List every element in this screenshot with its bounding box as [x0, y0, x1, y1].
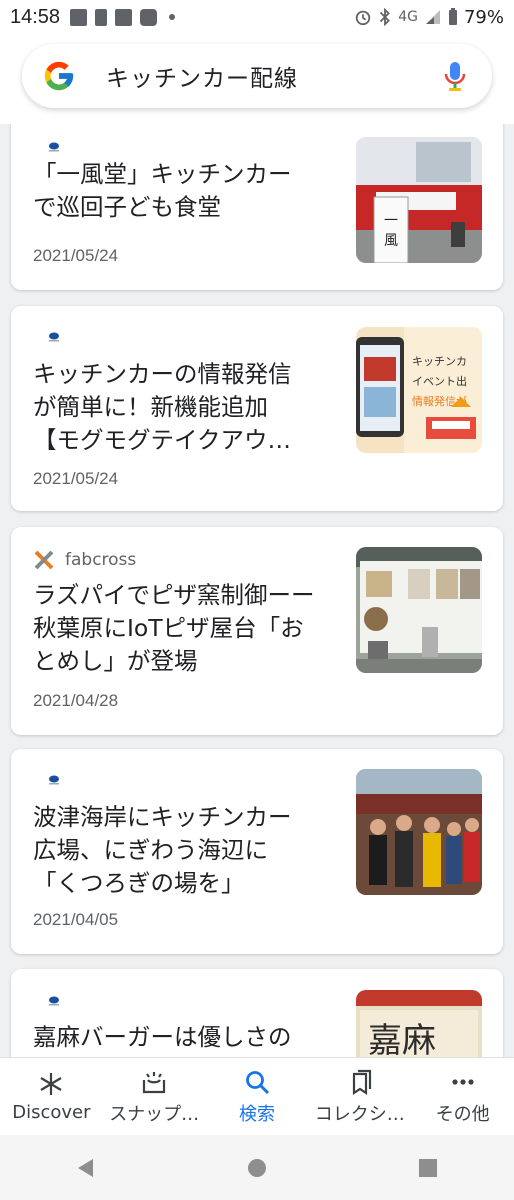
- news-date: 2021/05/24: [33, 469, 119, 488]
- news-thumbnail: [356, 769, 482, 895]
- bottom-navigation: Discover スナップ… 検索 コレクシ… その他: [0, 1057, 514, 1135]
- news-card[interactable]: 嘉麻バーガーは優しさの 嘉麻: [11, 969, 503, 1057]
- news-title: 嘉麻バーガーは優しさの: [33, 1023, 292, 1051]
- publisher: fabcross: [33, 549, 136, 571]
- news-thumbnail: 嘉麻: [356, 990, 482, 1057]
- status-right: 4G 79%: [354, 7, 504, 28]
- news-card[interactable]: 波津海岸にキッチンカー 広場、にぎわう海辺に 「くつろぎの場を」 2021/04…: [11, 749, 503, 954]
- news-card[interactable]: キッチンカーの情報発信 が簡単に！新機能追加 【モグモグテイクアウ… 2021/…: [11, 306, 503, 511]
- sim-icon: [95, 8, 108, 26]
- recents-button[interactable]: [408, 1148, 448, 1188]
- back-button[interactable]: [66, 1148, 106, 1188]
- bluetooth-icon: [380, 8, 391, 26]
- publisher-logo-icon: [49, 996, 59, 1006]
- home-button[interactable]: [237, 1148, 277, 1188]
- back-triangle-icon: [77, 1158, 93, 1177]
- battery-percent: 79%: [463, 6, 504, 28]
- home-circle-icon: [247, 1158, 266, 1177]
- svg-text:嘉麻: 嘉麻: [368, 1021, 436, 1057]
- news-card[interactable]: fabcross ラズパイでピザ窯制御ーー 秋葉原にIoTピザ屋台「お とめし」…: [11, 527, 503, 735]
- nav-collections-label: コレクシ…: [314, 1103, 405, 1125]
- battery-icon: [448, 8, 457, 25]
- news-card[interactable]: 「一風堂」キッチンカー で巡回子ども食堂 2021/05/24 一 風: [11, 124, 503, 290]
- microphone-icon[interactable]: [444, 60, 466, 92]
- screen: 14:58 4G 79% キッチンカー配線 「一風堂」キッチンカー で巡回子ども…: [0, 0, 514, 1200]
- news-title: キッチンカーの情報発信 が簡単に！新機能追加 【モグモグテイクアウ…: [33, 360, 292, 454]
- news-title: 波津海岸にキッチンカー 広場、にぎわう海辺に 「くつろぎの場を」: [33, 803, 292, 897]
- svg-text:一: 一: [384, 213, 398, 229]
- publisher-logo-icon: [49, 775, 59, 785]
- notification-dot-icon: [169, 14, 176, 20]
- nav-collections[interactable]: コレクシ…: [308, 1058, 411, 1135]
- search-bar[interactable]: キッチンカー配線: [22, 44, 492, 108]
- nav-discover-label: Discover: [12, 1102, 91, 1123]
- system-navigation: [0, 1135, 514, 1200]
- svg-text:風: 風: [384, 233, 398, 249]
- nav-snapshot[interactable]: スナップ…: [103, 1058, 206, 1135]
- search-query: キッチンカー配線: [106, 66, 298, 92]
- search-header: キッチンカー配線: [0, 34, 514, 124]
- news-feed[interactable]: 「一風堂」キッチンカー で巡回子ども食堂 2021/05/24 一 風 キッチン…: [0, 124, 514, 1057]
- nav-more[interactable]: その他: [411, 1058, 514, 1135]
- network-type: 4G: [398, 9, 418, 25]
- nav-discover[interactable]: Discover: [0, 1058, 103, 1135]
- fabcross-logo-icon: [34, 550, 54, 570]
- news-date: 2021/05/24: [33, 246, 119, 265]
- news-title: ラズパイでピザ窯制御ーー 秋葉原にIoTピザ屋台「お とめし」が登場: [33, 581, 315, 675]
- pay-icon: [70, 8, 88, 26]
- asterisk-icon: [40, 1073, 62, 1095]
- nav-snapshot-label: スナップ…: [109, 1103, 200, 1125]
- news-thumbnail: 一 風: [356, 137, 482, 263]
- status-time: 14:58: [10, 5, 61, 28]
- news-thumbnail: [356, 547, 482, 673]
- svg-text:キッチンカ: キッチンカ: [412, 355, 467, 368]
- google-logo-icon: [44, 61, 74, 91]
- alarm-icon: [356, 10, 371, 26]
- nav-search-label: 検索: [238, 1103, 275, 1125]
- news-title: 「一風堂」キッチンカー で巡回子ども食堂: [33, 160, 292, 221]
- recents-square-icon: [419, 1158, 438, 1177]
- publisher-logo-icon: [49, 142, 59, 152]
- news-date: 2021/04/05: [33, 910, 119, 929]
- news-thumbnail: キッチンカ イベント出 情報発信が: [356, 327, 482, 453]
- youtube-icon: [140, 8, 158, 26]
- search-icon: [246, 1070, 270, 1094]
- nav-search[interactable]: 検索: [206, 1058, 309, 1135]
- more-dots-icon: [451, 1078, 474, 1085]
- publisher-name: fabcross: [65, 550, 137, 570]
- snapshot-icon: [143, 1071, 166, 1093]
- status-bar: 14:58 4G 79%: [0, 0, 514, 34]
- publisher-logo-icon: [49, 332, 59, 342]
- news-date: 2021/04/28: [33, 691, 119, 710]
- signal-icon: [425, 10, 440, 24]
- bookmark-icon: [352, 1069, 371, 1095]
- svg-text:イベント出: イベント出: [412, 374, 467, 388]
- pay-icon-2: [115, 8, 133, 26]
- nav-more-label: その他: [435, 1103, 490, 1125]
